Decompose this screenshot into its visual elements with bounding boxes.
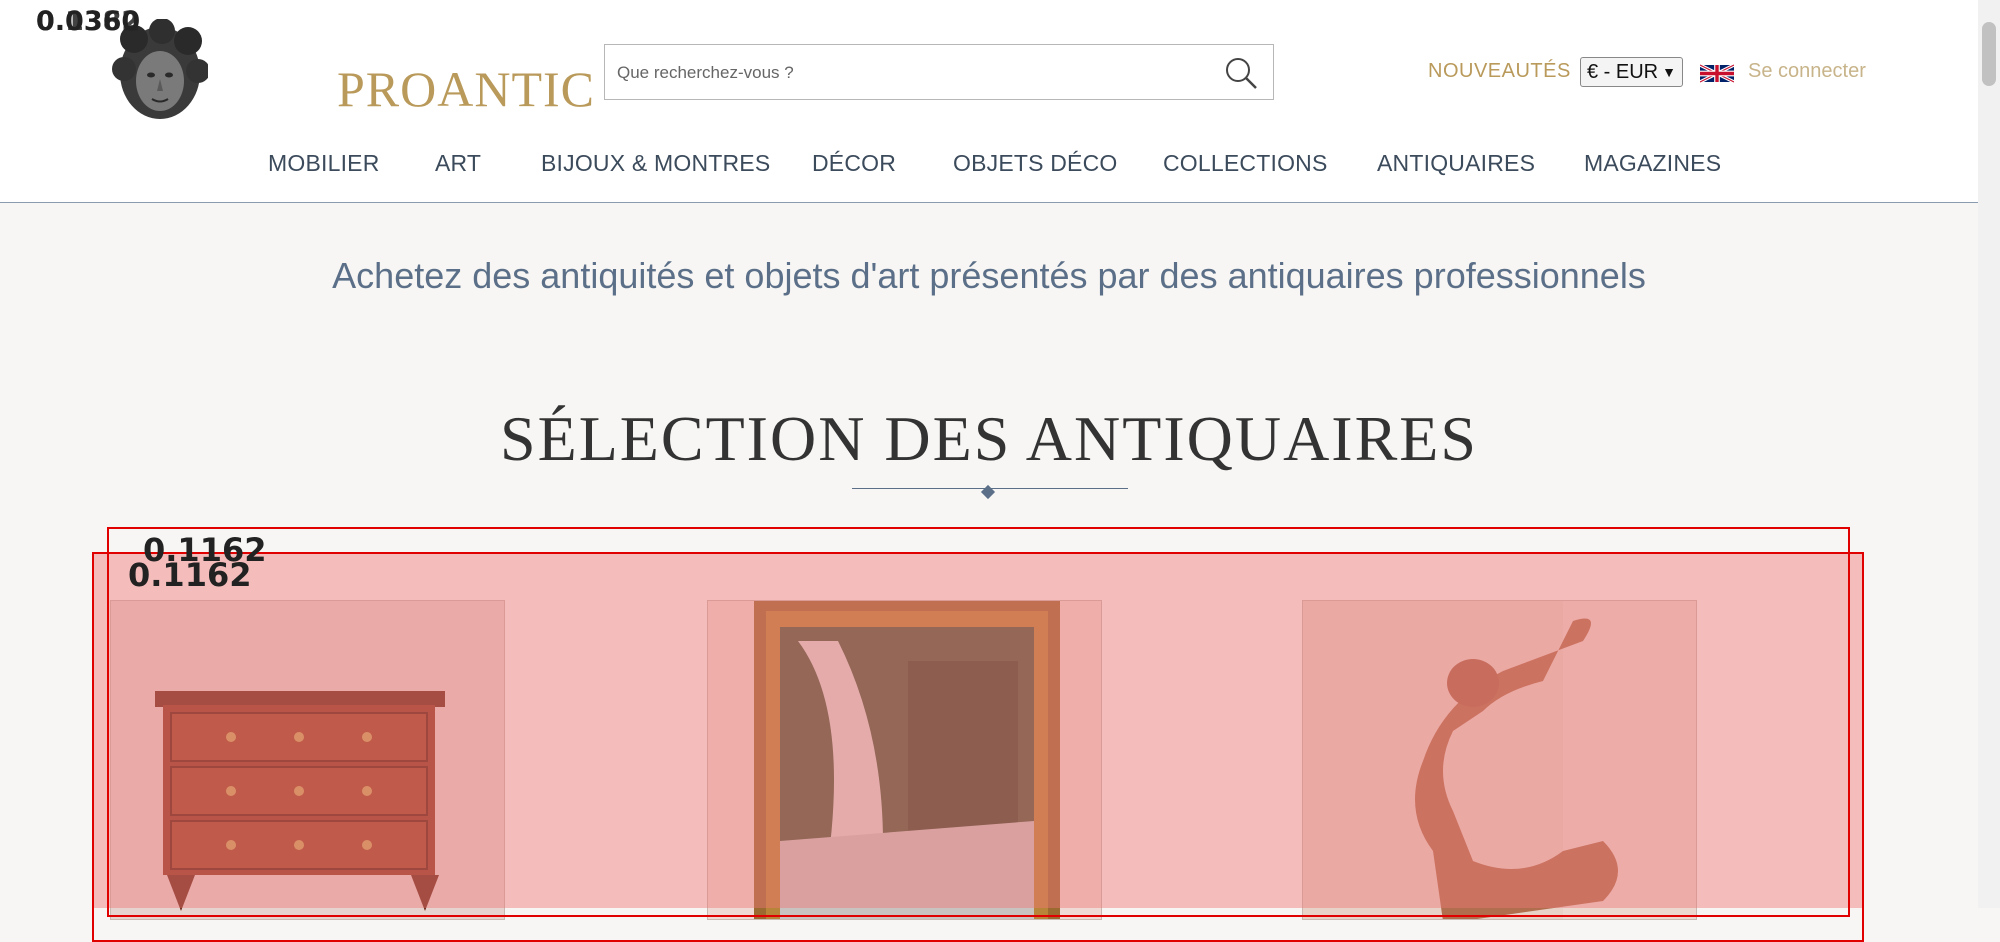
uk-flag-icon[interactable] xyxy=(1700,61,1734,86)
nav-item-mobilier[interactable]: MOBILIER xyxy=(268,150,380,177)
nav-item-magazines[interactable]: MAGAZINES xyxy=(1584,150,1721,177)
search-icon[interactable] xyxy=(1223,55,1259,91)
nav-item-antiquaires[interactable]: ANTIQUAIRES xyxy=(1377,150,1535,177)
overlay-score-label: 0.1162 xyxy=(128,556,252,594)
search-input[interactable] xyxy=(615,53,1199,93)
section-title: SÉLECTION DES ANTIQUAIRES xyxy=(500,403,1478,474)
nav-item-decor[interactable]: DÉCOR xyxy=(812,150,896,177)
nav-item-bijoux-montres[interactable]: BIJOUX & MONTRES xyxy=(541,150,770,177)
product-card-sculpture[interactable] xyxy=(1302,600,1697,920)
page-scrollbar[interactable] xyxy=(1978,0,2000,908)
nav-item-art[interactable]: ART xyxy=(435,150,481,177)
chevron-down-icon: ▼ xyxy=(1662,64,1676,80)
tagline: Achetez des antiquités et objets d'art p… xyxy=(332,255,1646,296)
nav-item-collections[interactable]: COLLECTIONS xyxy=(1163,150,1328,177)
painting-image xyxy=(708,601,1101,919)
brand-name[interactable]: PROANTIC xyxy=(337,60,595,118)
login-link[interactable]: Se connecter xyxy=(1748,60,1866,83)
site-header: PROANTIC NOUVEAUTÉS € - EUR ▼ Se connect… xyxy=(0,0,1978,203)
scrollbar-thumb[interactable] xyxy=(1982,22,1996,86)
search-bar xyxy=(604,44,1274,100)
currency-value: € - EUR xyxy=(1587,60,1659,83)
overlay-corner-label: 0.1382 xyxy=(36,6,141,37)
product-card-commode[interactable] xyxy=(110,600,505,920)
new-arrivals-link[interactable]: NOUVEAUTÉS xyxy=(1428,60,1571,83)
main-nav: MOBILIER ART BIJOUX & MONTRES DÉCOR OBJE… xyxy=(0,150,1978,180)
product-card-painting[interactable] xyxy=(707,600,1102,920)
currency-select[interactable]: € - EUR ▼ xyxy=(1580,57,1683,87)
sculpture-image xyxy=(1303,601,1696,919)
commode-image xyxy=(111,601,504,919)
nav-item-objets-deco[interactable]: OBJETS DÉCO xyxy=(953,150,1118,177)
